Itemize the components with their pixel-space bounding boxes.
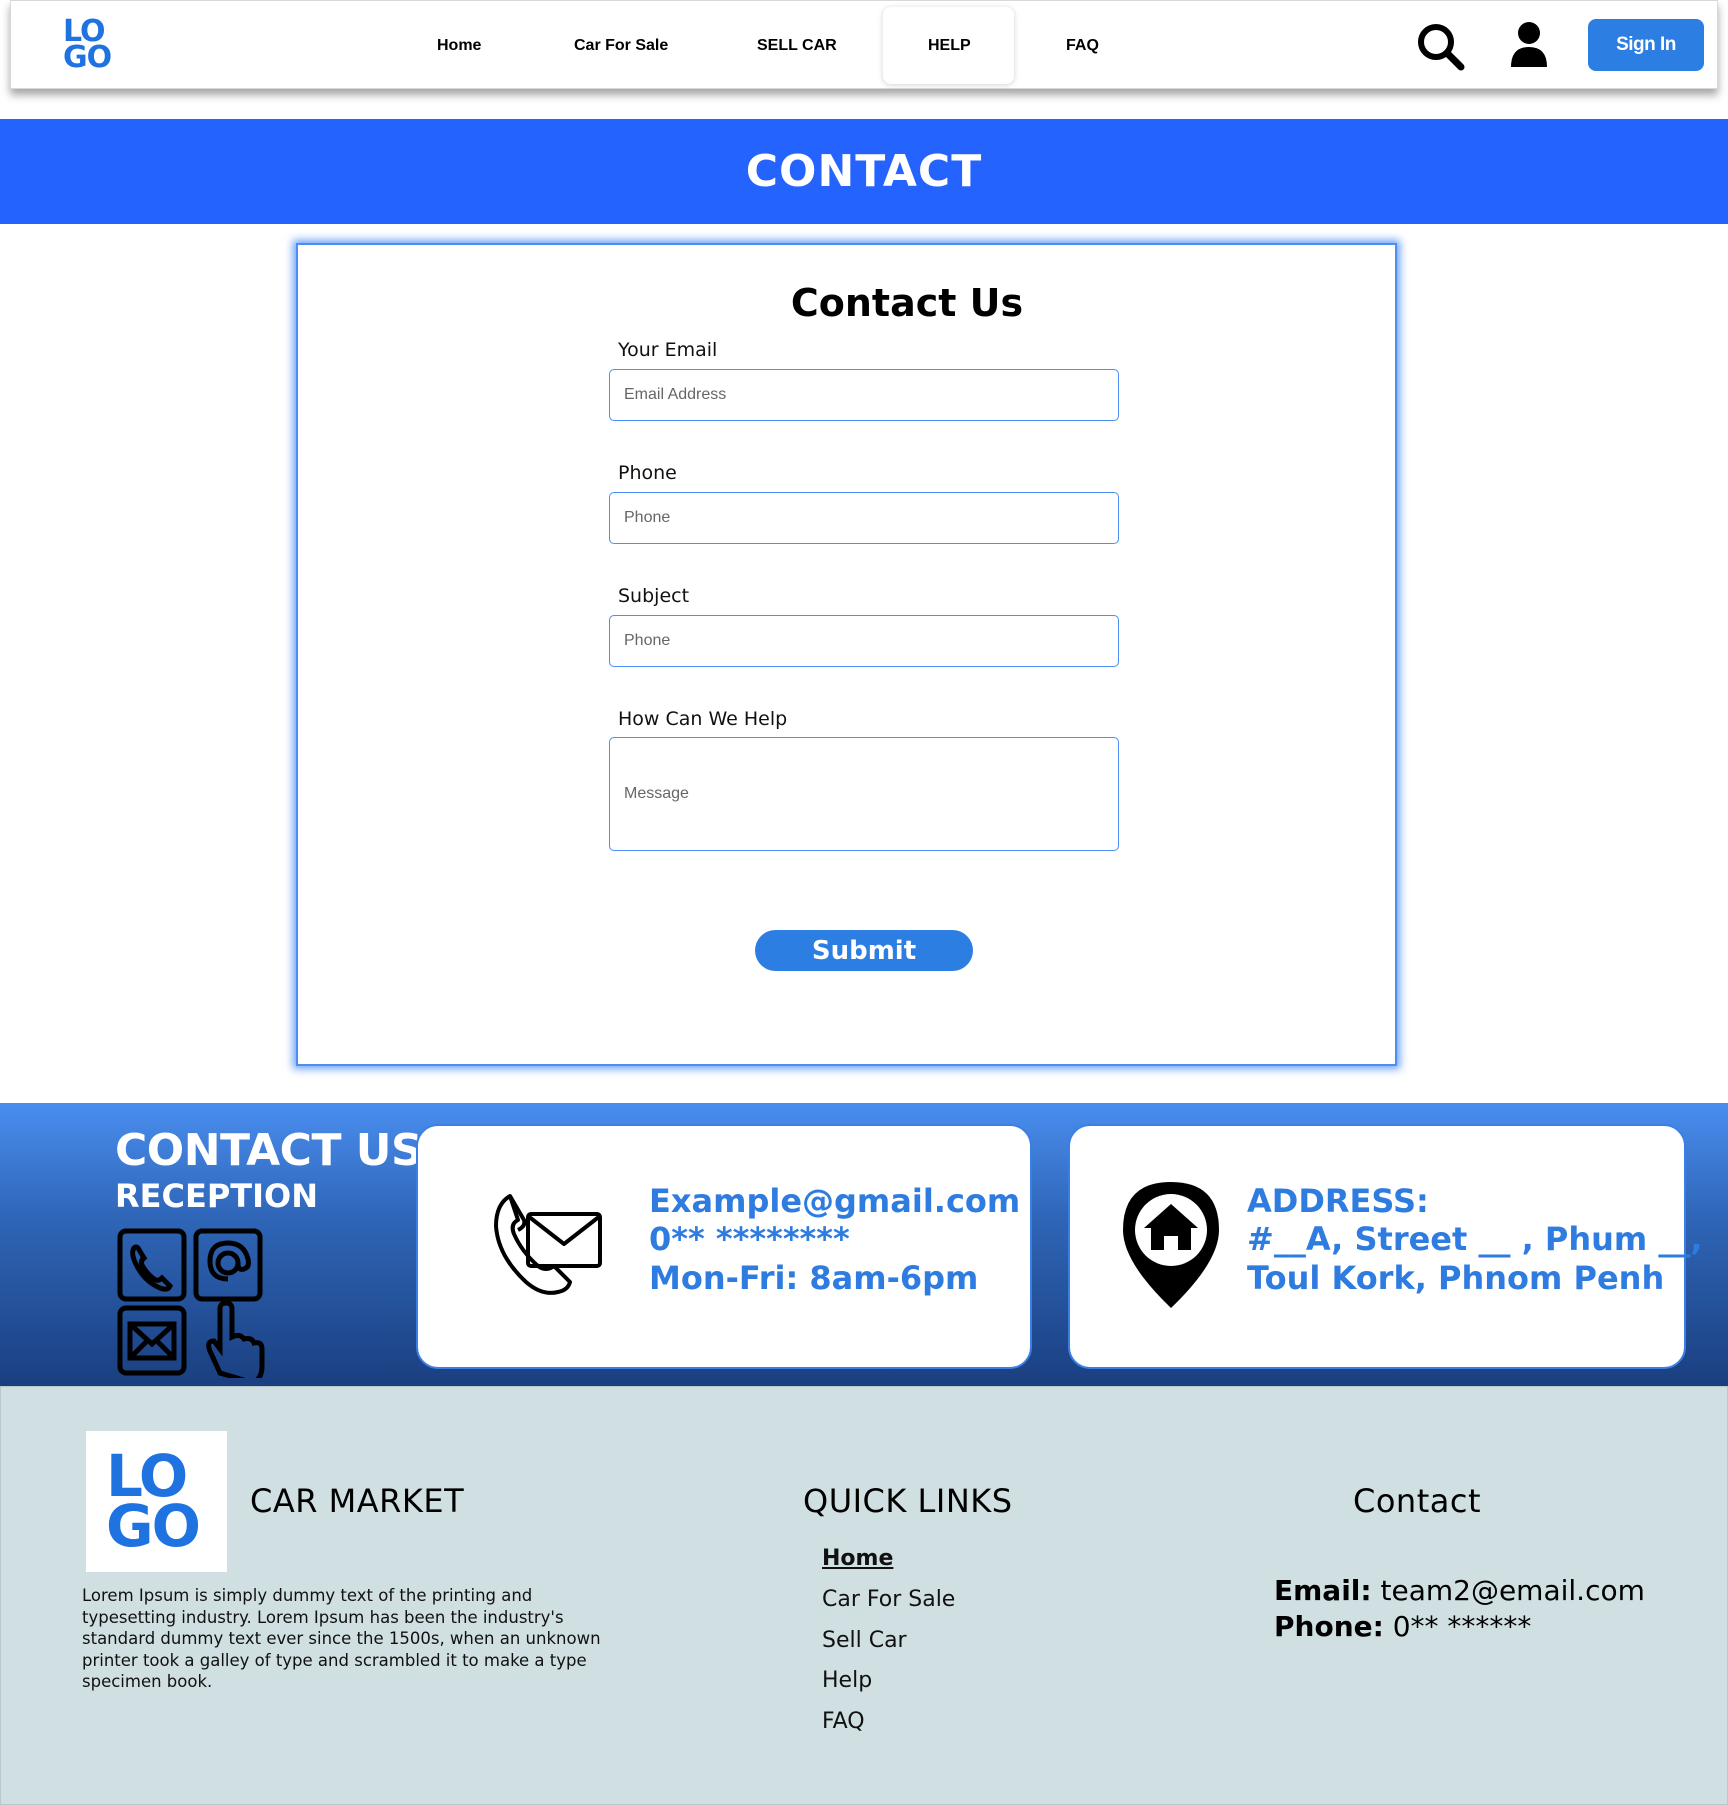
phone-field[interactable]: Phone [609, 492, 1119, 544]
footer-phone: Phone: 0** ****** [1274, 1610, 1531, 1643]
form-title: Contact Us [790, 281, 1024, 325]
quick-links-title: QUICK LINKS [803, 1482, 1013, 1520]
quick-link-sell-car[interactable]: Sell Car [822, 1628, 907, 1653]
address-line-2: Toul Kork, Phnom Penh [1247, 1259, 1665, 1297]
search-icon[interactable] [1415, 21, 1467, 73]
address-label: ADDRESS: [1247, 1182, 1429, 1220]
logo-bottom-letters: GO [63, 40, 112, 75]
nav-car-for-sale[interactable]: Car For Sale [574, 37, 668, 55]
brand-name: CAR MARKET [250, 1482, 465, 1520]
top-navbar: LO GO Home Car For Sale SELL CAR HELP FA… [10, 0, 1718, 89]
email-label: Your Email [618, 339, 718, 361]
info-email: Example@gmail.com [649, 1182, 1021, 1220]
strip-subtitle: RECEPTION [115, 1177, 319, 1215]
quick-link-help[interactable]: Help [822, 1668, 872, 1693]
phone-label: Phone [618, 462, 677, 484]
footer-email-label: Email: [1274, 1574, 1372, 1607]
banner-title: CONTACT [745, 146, 983, 197]
nav-home[interactable]: Home [437, 37, 481, 55]
user-icon[interactable] [1509, 21, 1549, 69]
phone-mail-icon [494, 1194, 602, 1295]
strip-title: CONTACT US [115, 1125, 423, 1176]
header-logo[interactable]: LO GO [63, 17, 121, 75]
info-phone: 0** ******** [649, 1220, 850, 1258]
quick-link-home[interactable]: Home [822, 1546, 893, 1571]
quick-link-faq[interactable]: FAQ [822, 1709, 865, 1734]
subject-field[interactable]: Phone [609, 615, 1119, 667]
email-field[interactable]: Email Address [609, 369, 1119, 421]
nav-faq[interactable]: FAQ [1066, 37, 1099, 55]
location-home-icon [1123, 1182, 1219, 1308]
address-line-1: #__A, Street __ , Phum __, [1247, 1220, 1703, 1258]
quick-link-car-for-sale[interactable]: Car For Sale [822, 1587, 955, 1612]
footer-phone-value: 0** ****** [1392, 1610, 1532, 1643]
contact-grid-icon [117, 1228, 265, 1378]
footer-description: Lorem Ipsum is simply dummy text of the … [82, 1586, 601, 1691]
nav-sell-car[interactable]: SELL CAR [757, 37, 837, 55]
nav-help[interactable]: HELP [928, 37, 971, 55]
footer-logo-bottom: GO [106, 1492, 201, 1560]
contact-banner: CONTACT [0, 119, 1728, 224]
footer-email: Email: team2@email.com [1274, 1574, 1645, 1607]
footer-contact-title: Contact [1353, 1482, 1481, 1520]
footer-phone-label: Phone: [1274, 1610, 1384, 1643]
sign-in-button[interactable]: Sign In [1588, 19, 1704, 71]
footer-email-value: team2@email.com [1380, 1574, 1645, 1607]
message-textarea[interactable]: Message [609, 737, 1119, 851]
subject-label: Subject [618, 585, 690, 607]
submit-button[interactable]: Submit [755, 930, 973, 971]
help-label: How Can We Help [618, 708, 788, 730]
footer-logo: LO GO [86, 1431, 227, 1572]
info-hours: Mon-Fri: 8am-6pm [649, 1259, 979, 1297]
